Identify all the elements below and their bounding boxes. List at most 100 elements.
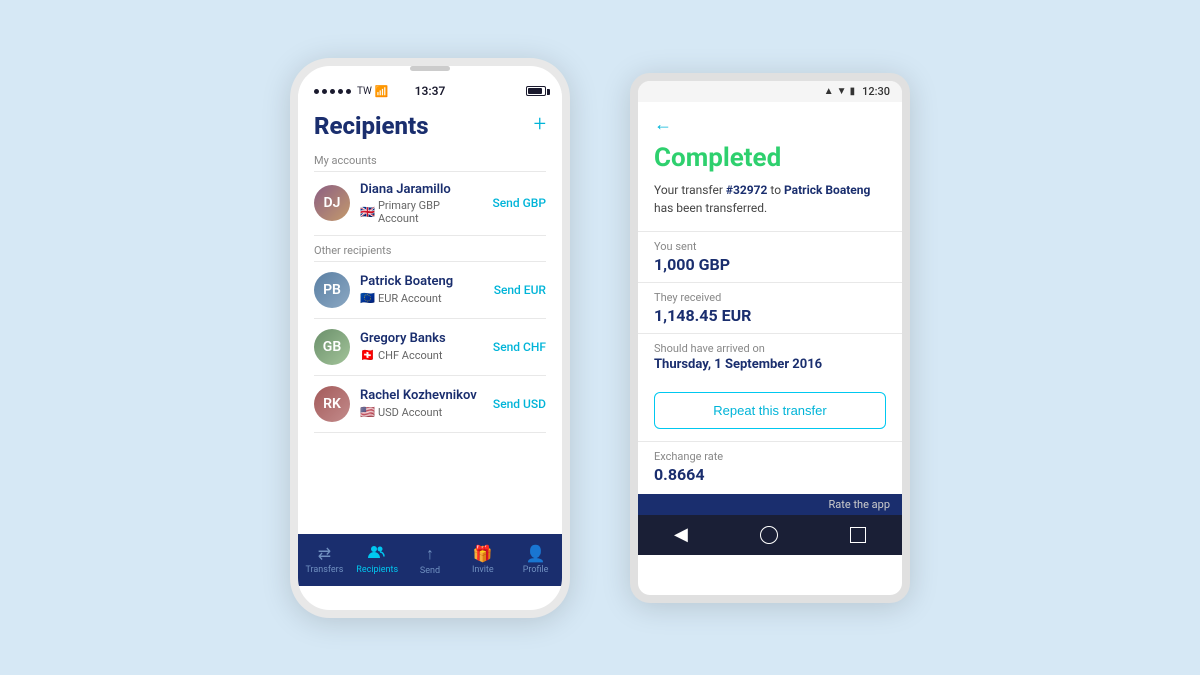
- arrived-section: Should have arrived on Thursday, 1 Septe…: [638, 333, 902, 380]
- bottom-nav: ⇄ Transfers Recipients ↑ Send: [298, 534, 562, 586]
- ios-status-bar: TW 📶 13:37: [298, 77, 562, 102]
- transfer-description: Your transfer #32972 to Patrick Boateng …: [638, 181, 902, 231]
- you-sent-section: You sent 1,000 GBP: [638, 231, 902, 282]
- arrived-value: Thursday, 1 September 2016: [654, 357, 886, 372]
- desc-prefix: Your transfer: [654, 183, 726, 197]
- back-nav-icon[interactable]: ◀: [674, 524, 688, 545]
- nav-send[interactable]: ↑ Send: [404, 534, 457, 586]
- ch-flag: 🇨🇭: [360, 348, 375, 362]
- you-sent-label: You sent: [654, 240, 886, 253]
- android-phone: ▲ ▼ ▮ 12:30 ← Completed Your transfer #3…: [630, 73, 910, 603]
- patrick-info: Patrick Boateng 🇪🇺 EUR Account: [360, 274, 484, 305]
- nav-profile[interactable]: 👤 Profile: [509, 534, 562, 586]
- they-received-label: They received: [654, 291, 886, 304]
- wifi-android-icon: ▼: [837, 86, 847, 97]
- gregory-account-type: CHF Account: [378, 349, 443, 362]
- android-status-icons: ▲ ▼ ▮ 12:30: [824, 85, 890, 98]
- profile-icon: 👤: [526, 544, 546, 563]
- arrived-label: Should have arrived on: [654, 342, 886, 355]
- android-status-bar: ▲ ▼ ▮ 12:30: [638, 81, 902, 102]
- transfers-icon: ⇄: [318, 544, 331, 563]
- recipients-icon: [368, 544, 386, 563]
- android-app-content: ← Completed Your transfer #32972 to Patr…: [638, 102, 902, 556]
- gregory-info: Gregory Banks 🇨🇭 CHF Account: [360, 331, 483, 362]
- recipients-label: Recipients: [356, 565, 398, 575]
- recents-nav-icon[interactable]: [850, 527, 866, 543]
- android-nav-bar: ◀: [638, 515, 902, 555]
- other-recipients-label: Other recipients: [298, 236, 562, 261]
- invite-label: Invite: [472, 565, 494, 575]
- nav-transfers[interactable]: ⇄ Transfers: [298, 534, 351, 586]
- recipient-name: Patrick Boateng: [784, 183, 870, 197]
- battery-area: [526, 86, 546, 96]
- desc-middle: to: [767, 183, 784, 197]
- invite-icon: 🎁: [473, 544, 493, 563]
- carrier-label: TW: [357, 86, 372, 97]
- avatar-patrick: PB: [314, 272, 350, 308]
- exchange-rate-value: 0.8664: [654, 465, 886, 484]
- back-button[interactable]: ←: [654, 114, 672, 135]
- avatar-rachel: RK: [314, 386, 350, 422]
- desc-suffix: has been transferred.: [654, 201, 767, 215]
- recipient-gregory[interactable]: GB Gregory Banks 🇨🇭 CHF Account Send CHF: [298, 319, 562, 375]
- gregory-account: 🇨🇭 CHF Account: [360, 348, 483, 362]
- patrick-account-type: EUR Account: [378, 292, 442, 305]
- gb-flag: 🇬🇧: [360, 205, 375, 219]
- divider-6: [314, 432, 546, 433]
- recipient-patrick[interactable]: PB Patrick Boateng 🇪🇺 EUR Account Send E…: [298, 262, 562, 318]
- send-label: Send: [420, 566, 440, 576]
- diana-info: Diana Jaramillo 🇬🇧 Primary GBP Account: [360, 182, 482, 225]
- avatar-diana: DJ: [314, 185, 350, 221]
- app-header: Recipients +: [298, 102, 562, 146]
- page-title: Recipients: [314, 112, 429, 140]
- diana-account: 🇬🇧 Primary GBP Account: [360, 199, 482, 225]
- send-eur-button[interactable]: Send EUR: [494, 283, 546, 297]
- you-sent-value: 1,000 GBP: [654, 255, 886, 274]
- signal-icon: ▲: [824, 86, 834, 97]
- send-usd-button[interactable]: Send USD: [493, 397, 546, 411]
- my-accounts-label: My accounts: [298, 146, 562, 171]
- transfers-label: Transfers: [305, 565, 343, 575]
- send-gbp-button[interactable]: Send GBP: [492, 196, 546, 210]
- diana-account-type: Primary GBP Account: [378, 199, 483, 225]
- battery-android-icon: ▮: [850, 86, 856, 97]
- us-flag: 🇺🇸: [360, 405, 375, 419]
- send-icon: ↑: [426, 544, 434, 564]
- rate-app-bar[interactable]: Rate the app: [638, 494, 902, 515]
- add-button[interactable]: +: [534, 112, 546, 137]
- gregory-name: Gregory Banks: [360, 331, 483, 346]
- exchange-rate-section: Exchange rate 0.8664: [638, 441, 902, 492]
- recipient-rachel[interactable]: RK Rachel Kozhevnikov 🇺🇸 USD Account Sen…: [298, 376, 562, 432]
- wifi-icon: 📶: [375, 85, 389, 98]
- patrick-name: Patrick Boateng: [360, 274, 484, 289]
- rate-app-label: Rate the app: [829, 498, 890, 511]
- rachel-account: 🇺🇸 USD Account: [360, 405, 483, 419]
- home-nav-icon[interactable]: [760, 526, 778, 544]
- nav-invite[interactable]: 🎁 Invite: [456, 534, 509, 586]
- android-header: ←: [638, 102, 902, 143]
- send-chf-button[interactable]: Send CHF: [493, 340, 546, 354]
- android-time: 12:30: [862, 85, 890, 98]
- transfer-number: #32972: [726, 183, 768, 197]
- ios-app-content: Recipients + My accounts DJ Diana Jarami…: [298, 102, 562, 586]
- avatar-gregory: GB: [314, 329, 350, 365]
- recipient-diana[interactable]: DJ Diana Jaramillo 🇬🇧 Primary GBP Accoun…: [298, 172, 562, 235]
- repeat-transfer-button[interactable]: Repeat this transfer: [654, 392, 886, 429]
- carrier-info: TW 📶: [314, 85, 389, 98]
- diana-name: Diana Jaramillo: [360, 182, 482, 197]
- patrick-account: 🇪🇺 EUR Account: [360, 291, 484, 305]
- they-received-value: 1,148.45 EUR: [654, 306, 886, 325]
- eu-flag: 🇪🇺: [360, 291, 375, 305]
- rachel-name: Rachel Kozhevnikov: [360, 388, 483, 403]
- they-received-section: They received 1,148.45 EUR: [638, 282, 902, 333]
- signal-dots: [314, 89, 351, 94]
- rachel-account-type: USD Account: [378, 406, 442, 419]
- battery-icon: [526, 86, 546, 96]
- ios-phone: TW 📶 13:37 Recipients + My accounts DJ D…: [290, 58, 570, 618]
- rachel-info: Rachel Kozhevnikov 🇺🇸 USD Account: [360, 388, 483, 419]
- speaker: [410, 66, 450, 71]
- status-time: 13:37: [415, 84, 446, 98]
- nav-recipients[interactable]: Recipients: [351, 534, 404, 586]
- completed-title: Completed: [638, 143, 902, 181]
- exchange-rate-label: Exchange rate: [654, 450, 886, 463]
